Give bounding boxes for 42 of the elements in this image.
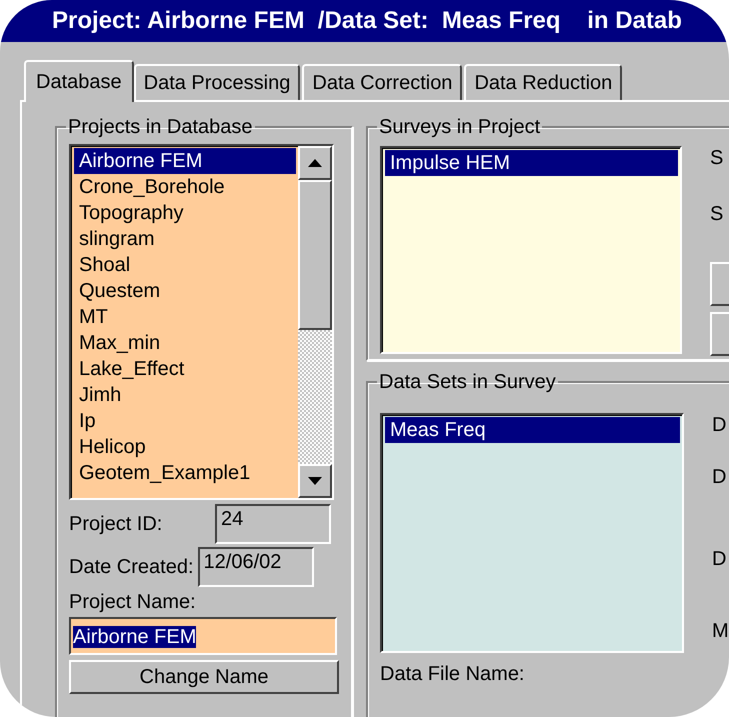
field-label: Date Created: [69, 556, 194, 578]
scroll-up-button[interactable] [298, 146, 332, 180]
list-item[interactable]: Meas Freq [385, 417, 680, 443]
tab[interactable]: Data Correction [302, 64, 462, 100]
tab[interactable]: Data Processing [134, 64, 300, 100]
list-item[interactable]: Crone_Borehole [74, 174, 296, 200]
list-item[interactable]: Max_min [74, 330, 296, 356]
field-label: Data File Name: [380, 663, 526, 686]
scrollbar-thumb[interactable] [298, 180, 332, 330]
group-title: Projects in Database [67, 116, 254, 138]
group-title: Surveys in Project [378, 116, 542, 138]
field-label: S [710, 202, 724, 226]
field-label: M [712, 619, 729, 643]
field-label: D [712, 465, 728, 489]
project-id-field[interactable]: 24 [215, 504, 331, 544]
group-title: Data Sets in Survey [378, 371, 557, 393]
field-label: Project ID: [69, 512, 162, 536]
date-created-field[interactable]: 12/06/02 [198, 547, 314, 587]
field-label: S [710, 146, 724, 170]
tab[interactable]: Database [24, 60, 134, 102]
field-label: D [712, 413, 728, 437]
list-item[interactable]: Airborne FEM [74, 148, 296, 174]
list-item[interactable]: Jimh [74, 382, 296, 408]
up-triangle-icon [308, 159, 322, 167]
list-item[interactable]: Lake_Effect [74, 356, 296, 382]
field-label: D [712, 547, 728, 571]
list-item[interactable]: MT [74, 304, 296, 330]
project-name-field[interactable]: Airborne FEM [69, 617, 337, 655]
change-name-button[interactable]: Change Name [69, 660, 339, 694]
list-item[interactable]: Impulse HEM [385, 150, 678, 176]
list-item[interactable]: Questem [74, 278, 296, 304]
scroll-down-button[interactable] [298, 464, 332, 498]
window-title: Project: Airborne FEM /Data Set: Meas Freq in Datab [0, 0, 729, 42]
field-label: Project Name: [69, 591, 197, 614]
list-item[interactable]: Geotem_Example1 [74, 460, 296, 486]
list-item[interactable]: Helicop [74, 434, 296, 460]
list-item[interactable]: Ip [74, 408, 296, 434]
list-item[interactable]: slingram [74, 226, 296, 252]
tab[interactable]: Data Reduction [464, 64, 622, 100]
list-item[interactable]: Shoal [74, 252, 296, 278]
down-triangle-icon [308, 477, 322, 485]
list-item[interactable]: Topography [74, 200, 296, 226]
